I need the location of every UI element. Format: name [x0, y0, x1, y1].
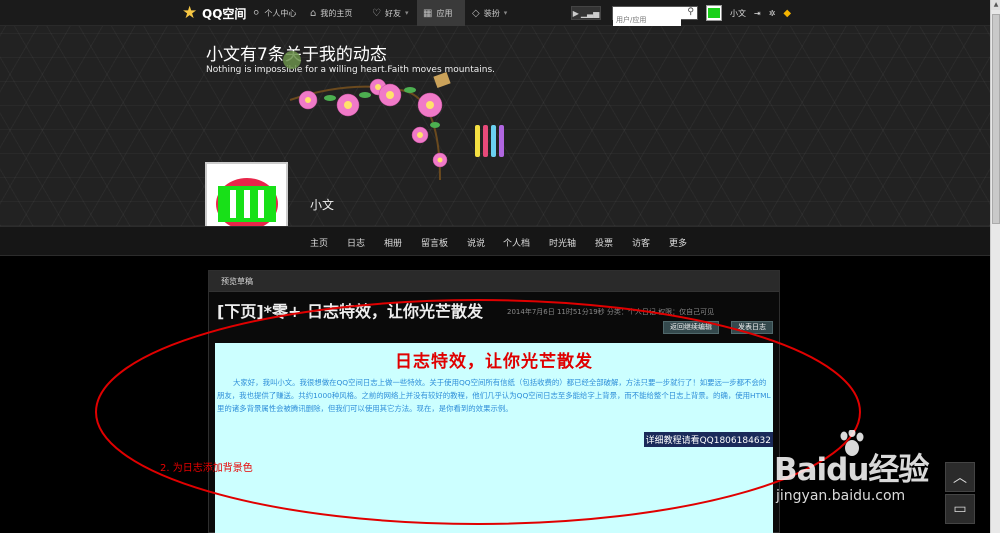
user-toolbar: 小文 ⇥ ✲ ◆: [706, 5, 791, 21]
music-player-button[interactable]: ▶ ▁▃▅: [571, 6, 601, 20]
tab-guestbook[interactable]: 留言板: [421, 236, 448, 249]
top-navbar: ★ QQ空间 ⚪ 个人中心 ⌂ 我的主页 ♡ 好友 ▾ ▦ 应用 ◇ 装扮 ▾ …: [0, 0, 1000, 26]
logout-icon[interactable]: ⇥: [754, 9, 761, 18]
nav-dressup[interactable]: ◇ 装扮 ▾: [472, 0, 507, 26]
user-icon: ⚪: [252, 7, 261, 19]
blog-preview-panel: 预览草稿 [下页]*零+ 日志特效，让你光芒散发 2014年7月6日 11时51…: [208, 270, 780, 533]
star-icon: ★: [182, 2, 198, 23]
tab-blog[interactable]: 日志: [347, 236, 365, 249]
home-icon: ⌂: [310, 7, 317, 19]
avatar[interactable]: [706, 5, 722, 21]
nav-label: 应用: [436, 8, 453, 18]
profile-nav: 主页 日志 相册 留言板 说说 个人档 时光轴 投票 访客 更多: [0, 226, 990, 256]
nav-my-home[interactable]: ⌂ 我的主页: [310, 0, 352, 26]
nav-apps[interactable]: ▦ 应用: [417, 0, 465, 26]
baidu-watermark: Baidu经验 jingyan.baidu.com: [768, 430, 968, 530]
nav-label: 我的主页: [320, 8, 353, 18]
flower-decoration: [283, 51, 504, 181]
scrollbar[interactable]: ▲: [990, 0, 1000, 533]
back-to-top-button[interactable]: ︿: [945, 462, 975, 492]
tab-album[interactable]: 相册: [384, 236, 402, 249]
nav-personal-center[interactable]: ⚪ 个人中心: [252, 0, 296, 26]
feedback-button[interactable]: ▭: [945, 494, 975, 524]
play-icon: ▶: [572, 8, 579, 18]
tab-vote[interactable]: 投票: [595, 236, 613, 249]
watermark-brand: Baidu经验: [774, 452, 929, 488]
grid-icon: ▦: [423, 7, 433, 19]
logo-text: QQ空间: [202, 6, 247, 21]
chevron-down-icon: ▾: [404, 9, 409, 17]
diamond-icon[interactable]: ◆: [783, 8, 791, 19]
search-box: ⚲: [612, 6, 698, 26]
nav-label: 个人中心: [264, 8, 297, 18]
tab-profile[interactable]: 个人档: [503, 236, 530, 249]
content-heading: 日志特效，让你光芒散发: [395, 352, 593, 372]
panel-header: 预览草稿: [209, 271, 779, 292]
annotation-note: 2. 为日志添加背景色: [160, 463, 253, 474]
window-icon: ▭: [953, 501, 967, 517]
search-input[interactable]: [613, 14, 681, 26]
avatar-logo-icon: [215, 177, 278, 230]
equalizer-icon: ▁▃▅: [580, 8, 600, 18]
qzone-logo[interactable]: ★ QQ空间: [182, 4, 246, 22]
user-name[interactable]: 小文: [730, 8, 746, 19]
nav-label: 装扮: [483, 8, 500, 18]
tab-shuoshuo[interactable]: 说说: [467, 236, 485, 249]
chevron-up-icon: ︿: [953, 470, 967, 486]
chevron-down-icon: ▾: [503, 9, 508, 17]
post-title: [下页]*零+ 日志特效，让你光芒散发: [217, 302, 483, 321]
nav-label: 好友: [384, 8, 401, 18]
publish-button[interactable]: 发表日志: [731, 321, 773, 334]
tab-home[interactable]: 主页: [310, 236, 328, 249]
gear-icon[interactable]: ✲: [769, 9, 776, 18]
scroll-up-arrow[interactable]: ▲: [991, 0, 1000, 10]
back-to-edit-button[interactable]: 返回继续编辑: [663, 321, 719, 334]
tab-more[interactable]: 更多: [669, 236, 687, 249]
tab-timeline[interactable]: 时光轴: [549, 236, 576, 249]
tab-visitors[interactable]: 访客: [632, 236, 650, 249]
search-icon[interactable]: ⚲: [687, 7, 694, 17]
nav-friends[interactable]: ♡ 好友 ▾: [372, 0, 408, 26]
watermark-url: jingyan.baidu.com: [776, 488, 906, 504]
post-meta: 2014年7月6日 11时51分19秒 分类：个人日记 权限：仅自己可见: [507, 308, 715, 316]
tutorial-link[interactable]: 详细教程请看QQ1806184632: [643, 432, 773, 447]
scroll-thumb[interactable]: [992, 14, 1000, 224]
friends-icon: ♡: [372, 7, 381, 19]
shirt-icon: ◇: [472, 7, 480, 19]
content-body: 大家好，我叫小文。我很想做在QQ空间日志上做一些特效。关于使用QQ空间所有信纸（…: [217, 378, 771, 413]
profile-username: 小文: [310, 198, 335, 212]
blog-content: 日志特效，让你光芒散发 大家好，我叫小文。我很想做在QQ空间日志上做一些特效。关…: [215, 343, 773, 533]
